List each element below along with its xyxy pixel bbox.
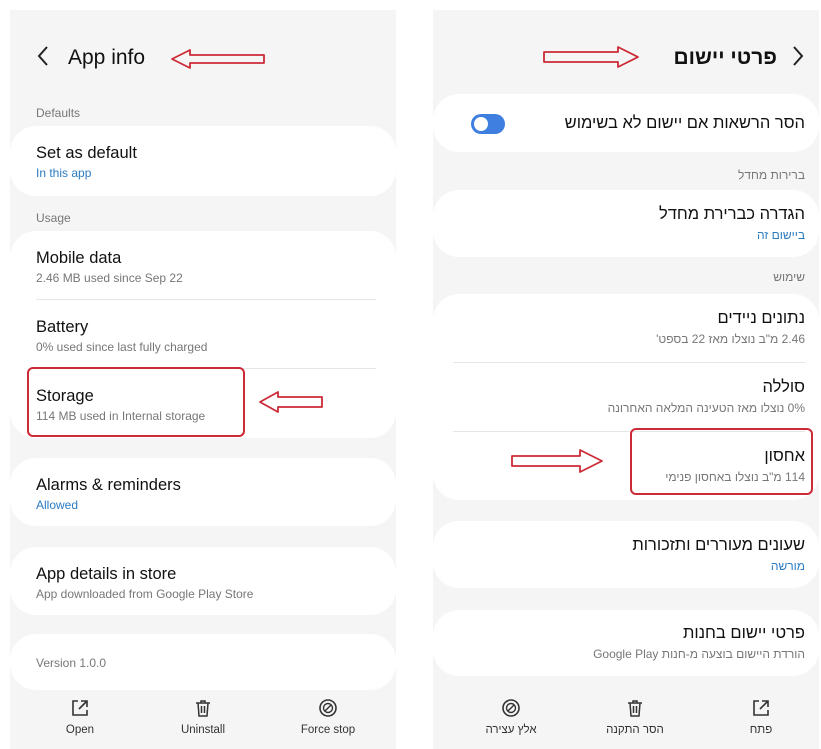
item-title: Set as default (36, 144, 137, 162)
item-title: Battery (36, 318, 89, 336)
item-title: פרטי יישום בחנות (682, 624, 805, 642)
open-button[interactable]: Open (35, 698, 125, 736)
hebrew-app-info-screen: פרטי יישום הסר הרשאות אם יישום לא בשימוש… (433, 10, 819, 749)
item-subtitle: In this app (36, 166, 92, 180)
item-subtitle: 0% used since last fully charged (36, 340, 208, 354)
permissions-toggle[interactable] (471, 114, 505, 134)
force-stop-button[interactable]: אלץ עצירה (466, 698, 556, 736)
mobile-data-item[interactable]: Mobile data 2.46 MB used since Sep 22 (10, 231, 396, 300)
app-details-in-store-item[interactable]: App details in store App downloaded from… (10, 547, 396, 615)
alarms-card: שעונים מעוררים ותזכורות מורשה (433, 521, 819, 588)
mobile-data-item[interactable]: נתונים ניידים 2.46 מ"ב נוצלו מאז 22 בספט… (433, 294, 819, 362)
section-header-defaults: Defaults (36, 106, 81, 120)
remove-permissions-item[interactable]: הסר הרשאות אם יישום לא בשימוש (433, 94, 819, 152)
item-title: App details in store (36, 565, 177, 583)
item-title: Alarms & reminders (36, 476, 181, 494)
item-title: Mobile data (36, 249, 122, 267)
defaults-card: הגדרה כברירת מחדל ביישום זה (433, 190, 819, 257)
arrow-to-title-annotation (171, 49, 265, 69)
store-card: App details in store App downloaded from… (10, 547, 396, 615)
section-header-usage: Usage (36, 211, 71, 225)
open-label: פתח (749, 724, 773, 736)
back-icon[interactable] (36, 45, 50, 71)
trash-icon (196, 700, 210, 717)
alarms-reminders-item[interactable]: שעונים מעוררים ותזכורות מורשה (433, 521, 819, 588)
open-icon (753, 700, 769, 716)
section-header-defaults: ברירות מחדל (737, 168, 805, 182)
battery-item[interactable]: Battery 0% used since last fully charged (10, 300, 396, 369)
block-icon (502, 699, 520, 717)
uninstall-label: Uninstall (180, 724, 226, 736)
trash-icon (628, 700, 642, 717)
toggle-knob (474, 117, 488, 131)
alarms-reminders-item[interactable]: Alarms & reminders Allowed (10, 458, 396, 526)
open-label: Open (65, 724, 95, 736)
item-title: שעונים מעוררים ותזכורות (632, 536, 805, 554)
item-subtitle: ביישום זה (756, 228, 805, 242)
force-stop-label: אלץ עצירה (485, 724, 537, 736)
uninstall-button[interactable]: הסר התקנה (590, 698, 680, 736)
bottom-action-bar: אלץ עצירה הסר התקנה פתח (433, 698, 819, 749)
uninstall-label: הסר התקנה (606, 724, 664, 736)
force-stop-button[interactable]: Force stop (283, 698, 373, 736)
defaults-card: Set as default In this app (10, 126, 396, 196)
storage-highlight-box (630, 428, 813, 495)
item-subtitle: 0% נוצלו מאז הטעינה המלאה האחרונה (607, 401, 805, 415)
item-title: הסר הרשאות אם יישום לא בשימוש (564, 114, 805, 132)
app-details-in-store-item[interactable]: פרטי יישום בחנות הורדת היישום בוצעה מ-חנ… (433, 610, 819, 676)
arrow-to-storage-annotation (259, 391, 323, 413)
arrow-to-storage-annotation (511, 449, 603, 473)
item-title: הגדרה כברירת מחדל (659, 205, 805, 223)
back-icon[interactable] (791, 45, 805, 71)
section-header-usage: שימוש (773, 270, 805, 284)
block-icon (319, 699, 337, 717)
item-title: סוללה (762, 378, 805, 396)
item-subtitle: מורשה (770, 559, 805, 573)
item-subtitle: Allowed (36, 498, 79, 512)
version-text: Version 1.0.0 (36, 656, 107, 670)
store-card: פרטי יישום בחנות הורדת היישום בוצעה מ-חנ… (433, 610, 819, 676)
open-button[interactable]: פתח (716, 698, 806, 736)
item-subtitle: הורדת היישום בוצעה מ-חנות Google Play (593, 647, 805, 661)
storage-highlight-box (27, 367, 245, 437)
page-title: App info (68, 46, 146, 69)
set-as-default-item[interactable]: Set as default In this app (10, 126, 396, 196)
battery-item[interactable]: סוללה 0% נוצלו מאז הטעינה המלאה האחרונה (433, 363, 819, 431)
set-as-default-item[interactable]: הגדרה כברירת מחדל ביישום זה (433, 190, 819, 257)
force-stop-label: Force stop (300, 724, 356, 736)
bottom-action-bar: Open Uninstall Force stop (10, 698, 396, 749)
permissions-card: הסר הרשאות אם יישום לא בשימוש (433, 94, 819, 152)
alarms-card: Alarms & reminders Allowed (10, 458, 396, 526)
page-title: פרטי יישום (673, 46, 777, 69)
uninstall-button[interactable]: Uninstall (158, 698, 248, 736)
item-subtitle: 2.46 מ"ב נוצלו מאז 22 בספט' (656, 332, 805, 346)
item-subtitle: 2.46 MB used since Sep 22 (36, 271, 183, 285)
item-title: נתונים ניידים (717, 309, 805, 327)
arrow-to-title-annotation (543, 46, 639, 68)
version-card: Version 1.0.0 (10, 634, 396, 690)
item-subtitle: App downloaded from Google Play Store (36, 587, 254, 601)
open-icon (72, 700, 88, 716)
